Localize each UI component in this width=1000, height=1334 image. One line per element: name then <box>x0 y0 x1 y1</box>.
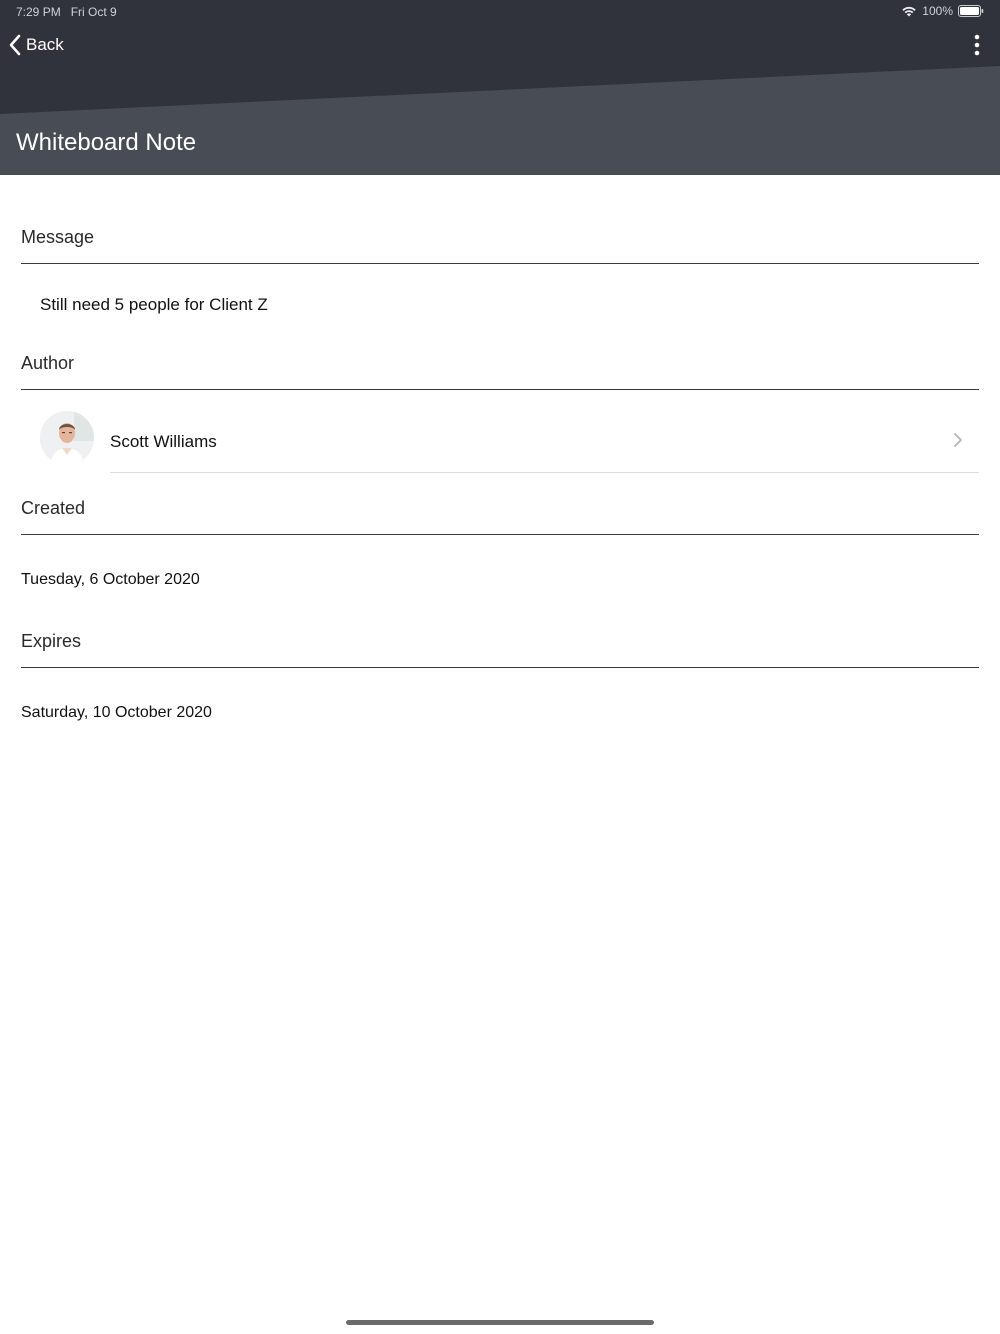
status-clock: 7:29 PM <box>16 5 61 19</box>
home-indicator[interactable] <box>346 1320 654 1325</box>
more-vertical-icon[interactable] <box>968 33 986 57</box>
created-divider <box>21 534 979 535</box>
avatar-photo <box>40 411 94 465</box>
chevron-left-icon <box>9 34 21 56</box>
message-text: Still need 5 people for Client Z <box>40 295 268 314</box>
back-label: Back <box>26 35 64 54</box>
expires-divider <box>21 667 979 668</box>
wifi-icon <box>902 6 916 17</box>
battery-percent: 100% <box>922 4 953 18</box>
created-label: Created <box>21 498 86 518</box>
app-header: 7:29 PM Fri Oct 9 100% Back Whiteboard N… <box>0 0 1000 175</box>
status-indicators: 100% <box>901 4 984 18</box>
status-time: 7:29 PM Fri Oct 9 <box>16 5 117 19</box>
page-title: Whiteboard Note <box>16 129 197 156</box>
author-row-separator <box>110 472 979 473</box>
status-bar: 7:29 PM Fri Oct 9 100% <box>0 0 1000 24</box>
message-label: Message <box>21 227 95 247</box>
author-name: Scott Williams <box>110 432 217 451</box>
back-button[interactable]: Back <box>8 31 64 59</box>
status-date: Fri Oct 9 <box>70 5 117 19</box>
author-label: Author <box>21 353 75 373</box>
created-date: Tuesday, 6 October 2020 <box>21 571 200 588</box>
author-row[interactable]: Scott Williams <box>21 390 979 473</box>
chevron-right-icon <box>954 433 962 447</box>
message-divider <box>21 263 979 264</box>
expires-date: Saturday, 10 October 2020 <box>21 704 212 721</box>
battery-icon <box>958 5 984 17</box>
expires-label: Expires <box>21 631 82 651</box>
avatar <box>40 411 94 465</box>
